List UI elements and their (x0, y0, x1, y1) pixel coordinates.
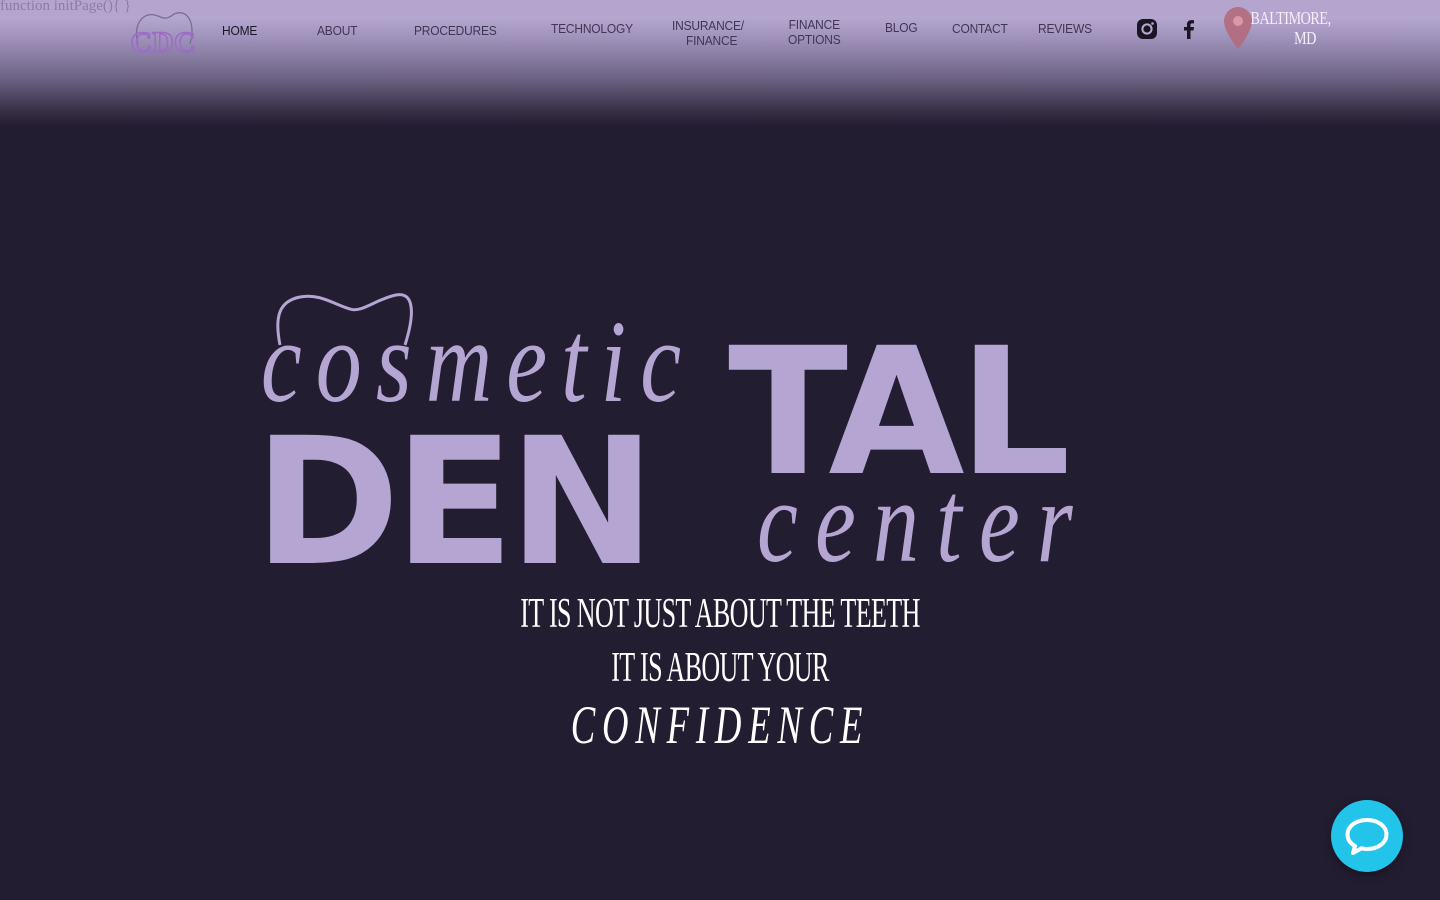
nav-insurance-line2: FINANCE (686, 33, 738, 48)
nav-blog-label: BLOG (885, 20, 918, 35)
nav-procedures[interactable]: PROCEDURES (414, 23, 497, 38)
hero-tagline-line1: IT IS NOT JUST ABOUT THE TEETH (520, 591, 920, 637)
nav-about-label: ABOUT (317, 23, 358, 38)
nav-finance-options[interactable]: FINANCE OPTIONS (788, 17, 841, 47)
nav-home-label: HOME (222, 23, 258, 38)
location-state: MD (1294, 28, 1316, 48)
nav-reviews[interactable]: REVIEWS (1038, 21, 1092, 36)
nav-contact-label: CONTACT (952, 21, 1008, 36)
logo-word-center: center (757, 456, 1090, 580)
nav-technology[interactable]: TECHNOLOGY (551, 21, 633, 36)
nav-finance-line2: OPTIONS (788, 32, 841, 47)
nav-reviews-label: REVIEWS (1038, 21, 1092, 36)
cosmetic-dental-center-logo: cosmetic TAL DEN center (254, 293, 1090, 580)
chat-button[interactable] (1331, 800, 1403, 872)
instagram-icon[interactable] (1136, 18, 1158, 40)
tooth-logo-icon[interactable]: CDC (130, 4, 196, 58)
chat-bubble-icon (1345, 818, 1389, 855)
svg-text:CDC: CDC (131, 26, 196, 58)
nav-insurance-line1: INSURANCE/ (672, 18, 744, 33)
nav-blog[interactable]: BLOG (885, 20, 918, 35)
location-city: BALTIMORE, (1250, 8, 1331, 28)
nav-about[interactable]: ABOUT (317, 23, 357, 38)
script-text: function initPage(){ } (0, 0, 132, 14)
nav-finance-line1: FINANCE (788, 17, 840, 32)
nav-insurance-finance[interactable]: INSURANCE/FINANCE (672, 18, 744, 48)
nav-technology-label: TECHNOLOGY (551, 21, 633, 36)
nav-contact[interactable]: CONTACT (952, 21, 1008, 36)
nav-home[interactable]: HOME (222, 23, 257, 38)
nav-procedures-label: PROCEDURES (414, 23, 497, 38)
map-pin-icon (1224, 7, 1252, 49)
facebook-icon[interactable] (1178, 18, 1200, 40)
location-label[interactable]: BALTIMORE, MD (1250, 8, 1331, 48)
hero-tagline-line2: IT IS ABOUT YOUR (611, 645, 829, 691)
logo-word-den: DEN (254, 400, 650, 580)
hero-tagline-confidence: CONFIDENCE (570, 695, 870, 755)
